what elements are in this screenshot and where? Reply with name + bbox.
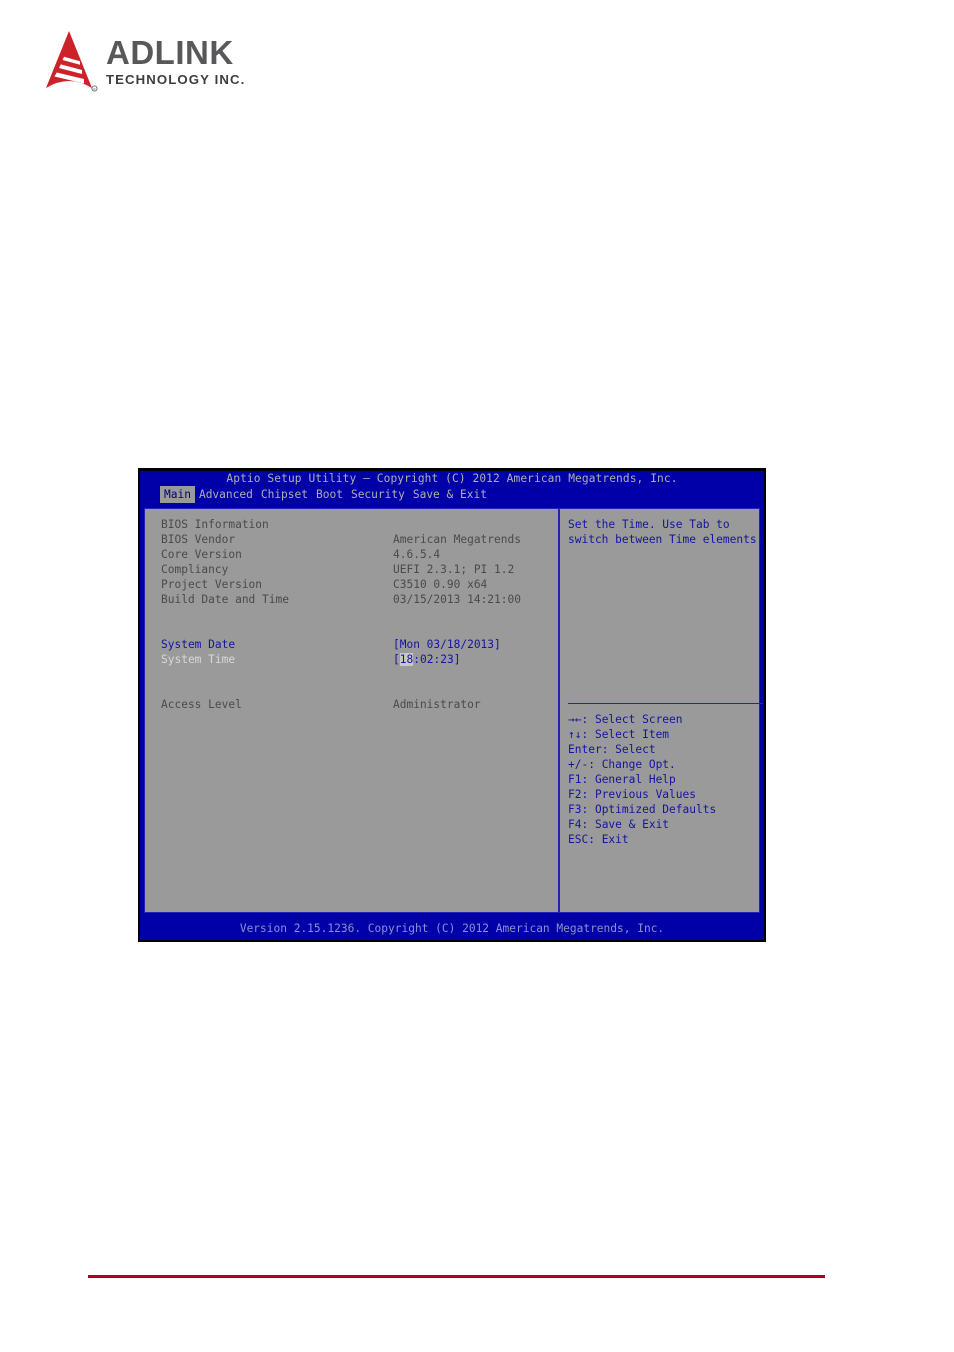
info-row-build-date-time: Build Date and Time 03/15/2013 14:21:00 [161,592,558,607]
key-glyph: F2 [568,788,582,801]
key-action: : Select Item [581,728,670,741]
info-label: Project Version [161,578,263,591]
tab-advanced[interactable]: Advanced [195,486,257,503]
key-legend-change-opt: +/-: Change Opt. [568,757,716,772]
info-value: C3510 0.90 x64 [393,578,488,591]
system-date-label: System Date [161,638,236,651]
tab-save-exit[interactable]: Save & Exit [409,486,491,503]
tab-main[interactable]: Main [160,486,195,503]
time-close-bracket: ] [453,653,461,666]
key-glyph: ESC [568,833,589,846]
key-action: : Select Screen [581,713,683,726]
key-legend-f1-general-help: F1: General Help [568,772,716,787]
key-glyph: →← [568,713,582,726]
key-action: : Select [601,743,656,756]
bios-help-column: Set the Time. Use Tab to switch between … [560,509,769,912]
key-legend-select-screen: →←: Select Screen [568,712,716,727]
section-heading-row: BIOS Information [161,517,558,532]
adlink-wordmark: ADLINK TECHNOLOGY INC. [106,30,246,86]
time-minutes-field[interactable]: 02 [420,653,433,666]
bios-tab-bar: Main Advanced Chipset Boot Security Save & Ex… [140,486,764,503]
key-glyph: F4 [568,818,582,831]
access-level-value: Administrator [393,698,481,711]
info-value: 03/15/2013 14:21:00 [393,593,521,606]
key-glyph: +/- [568,758,589,771]
key-glyph: F1 [568,773,582,786]
key-action: : Change Opt. [588,758,676,771]
key-action: : Save & Exit [581,818,670,831]
system-date-value[interactable]: [Mon 03/18/2013] [393,637,501,652]
info-value: UEFI 2.3.1; PI 1.2 [393,563,515,576]
time-hours-field[interactable]: 18 [399,653,414,666]
info-row-compliancy: Compliancy UEFI 2.3.1; PI 1.2 [161,562,558,577]
time-sep-1: : [413,653,420,666]
help-text-line-1: Set the Time. Use Tab to [568,518,730,531]
key-action: : Previous Values [581,788,696,801]
access-level-label: Access Level [161,698,242,711]
info-label: Core Version [161,548,242,561]
system-time-value[interactable]: [18:02:23] [393,652,460,667]
info-row-core-version: Core Version 4.6.5.4 [161,547,558,562]
tab-chipset[interactable]: Chipset [257,486,312,503]
system-date-row[interactable]: System Date [Mon 03/18/2013] [161,637,558,652]
key-glyph: F3 [568,803,582,816]
brand-tagline: TECHNOLOGY INC. [106,72,246,87]
system-time-label: System Time [161,653,236,666]
info-row-bios-vendor: BIOS Vendor American Megatrends [161,532,558,547]
key-legend-f2-previous-values: F2: Previous Values [568,787,716,802]
section-heading: BIOS Information [161,518,269,531]
info-label: Compliancy [161,563,229,576]
key-action: : Optimized Defaults [581,803,717,816]
brand-name: ADLINK [106,34,234,71]
key-legend-select-item: ↑↓: Select Item [568,727,716,742]
key-glyph: Enter [568,743,602,756]
bios-footer: Version 2.15.1236. Copyright (C) 2012 Am… [239,922,665,935]
key-legend-enter-select: Enter: Select [568,742,716,757]
help-text-line-2: switch between Time elements. [568,533,764,546]
key-action: : Exit [588,833,629,846]
tab-boot[interactable]: Boot [312,486,347,503]
adlink-logo: R ADLINK TECHNOLOGY INC. [40,30,246,92]
key-legend-esc-exit: ESC: Exit [568,832,716,847]
bios-title: Aptio Setup Utility – Copyright (C) 2012… [226,472,678,485]
bios-content-panel: BIOS Information BIOS Vendor American Meg… [144,508,764,913]
system-time-row[interactable]: System Time [18:02:23] [161,652,558,667]
key-action: : General Help [581,773,676,786]
bios-screenshot: Aptio Setup Utility – Copyright (C) 2012… [138,468,766,942]
key-legend-f4-save-exit: F4: Save & Exit [568,817,716,832]
time-open-bracket: [ [393,653,400,666]
page-footer-rule [88,1275,825,1278]
info-row-project-version: Project Version C3510 0.90 x64 [161,577,558,592]
bios-main-column: BIOS Information BIOS Vendor American Meg… [145,509,558,912]
info-label: Build Date and Time [161,593,289,606]
info-value: 4.6.5.4 [393,548,441,561]
key-legend: →←: Select Screen ↑↓: Select Item Enter:… [568,712,716,847]
help-separator [568,703,764,704]
time-seconds-field[interactable]: 23 [440,653,453,666]
tab-security[interactable]: Security [347,486,409,503]
info-value: American Megatrends [393,533,521,546]
info-label: BIOS Vendor [161,533,236,546]
key-legend-f3-optimized-defaults: F3: Optimized Defaults [568,802,716,817]
access-level-row: Access Level Administrator [161,697,558,712]
adlink-triangle-icon: R [40,30,98,92]
key-glyph: ↑↓ [568,728,582,741]
bios-screen: Aptio Setup Utility – Copyright (C) 2012… [140,471,764,940]
